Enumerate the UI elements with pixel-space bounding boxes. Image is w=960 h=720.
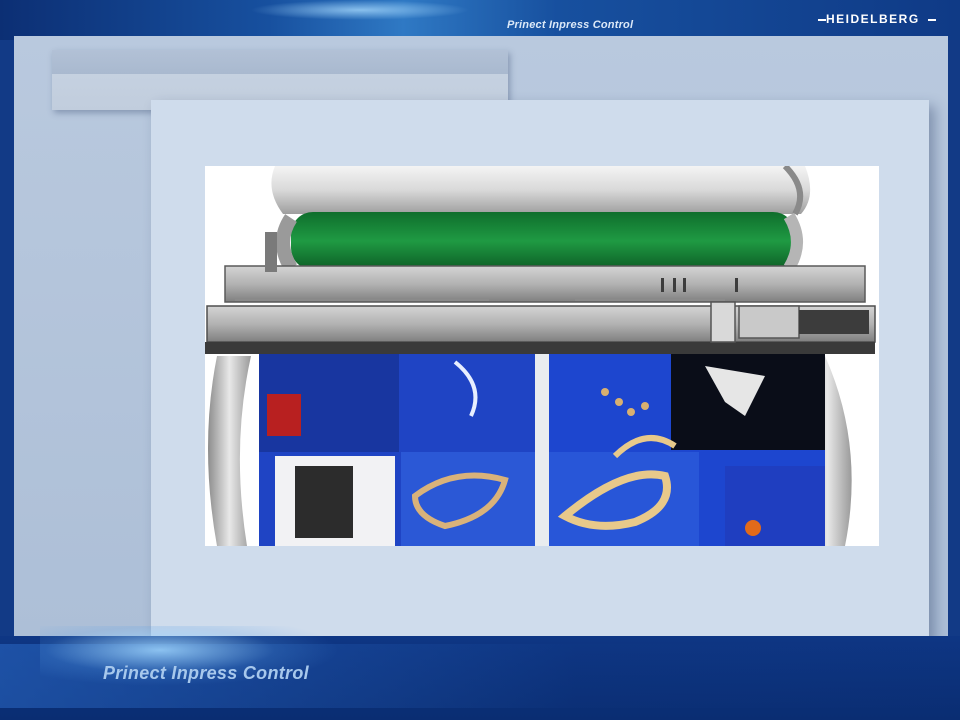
header-product-title: Prinect Inpress Control	[507, 19, 634, 31]
top-frame-bar	[0, 0, 960, 40]
slide-title-tab-header	[52, 50, 508, 74]
printed-sheet-right	[549, 352, 825, 546]
logo-right-bar	[928, 19, 936, 21]
printing-press-illustration	[205, 166, 879, 546]
top-glow	[250, 0, 470, 20]
heidelberg-logo: HEIDELBERG	[826, 12, 920, 26]
green-ink-roller	[291, 212, 795, 270]
printed-sheet-left	[259, 352, 535, 546]
footer-product-title: Prinect Inpress Control	[103, 663, 309, 683]
logo-left-bar	[818, 19, 826, 21]
printing-press-icon	[205, 166, 879, 546]
top-cylinder	[271, 166, 811, 214]
content-card	[151, 100, 929, 640]
